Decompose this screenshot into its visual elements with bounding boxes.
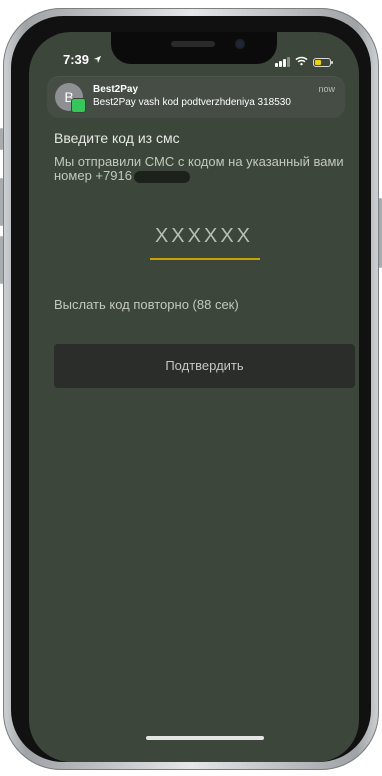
cellular-signal-icon (275, 57, 290, 67)
wifi-icon (295, 53, 308, 71)
notification-title: Best2Pay (93, 84, 139, 95)
redacted-phone-number (133, 170, 190, 183)
silent-switch (0, 128, 3, 150)
messages-app-icon (71, 98, 86, 113)
sms-sent-description: Мы отправили СМС с кодом на указанный ва… (54, 155, 354, 183)
sms-notification[interactable]: B Best2Pay Best2Pay vash kod podtverzhde… (47, 76, 345, 118)
notification-message: Best2Pay vash kod podtverzhdeniya 318530 (93, 97, 291, 108)
home-indicator[interactable] (146, 736, 264, 740)
status-time: 7:39 (63, 52, 102, 67)
status-icons (275, 53, 333, 71)
volume-up-button (0, 178, 3, 226)
speaker (171, 41, 215, 47)
resend-code-link[interactable]: Выслать код повторно (88 сек) (54, 297, 239, 312)
notch (111, 32, 277, 64)
volume-down-button (0, 236, 3, 284)
battery-icon (313, 57, 333, 67)
screen: 7:39 B Best2Pay Best2Pay vash kod podtve… (29, 32, 359, 762)
camera-icon (235, 39, 245, 49)
confirm-button[interactable]: Подтвердить (54, 344, 355, 388)
phone-frame: 7:39 B Best2Pay Best2Pay vash kod podtve… (0, 8, 382, 770)
code-input-underline (150, 258, 260, 260)
notification-time: now (318, 84, 335, 94)
page-title: Введите код из смс (54, 130, 180, 146)
sms-code-input[interactable]: XXXXXX (149, 225, 259, 248)
location-arrow-icon (93, 52, 102, 67)
sms-sent-text: Мы отправили СМС с кодом на указанный ва… (54, 154, 344, 183)
